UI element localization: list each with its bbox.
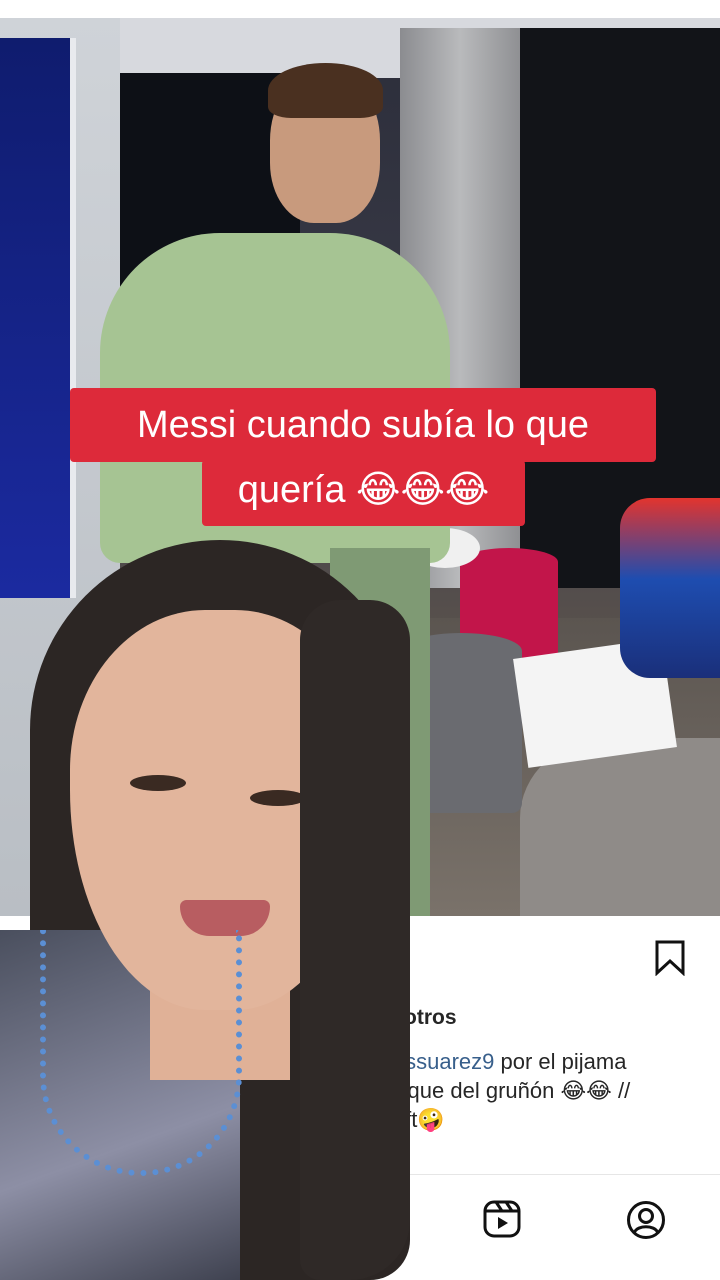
profile-icon[interactable] bbox=[626, 1200, 666, 1240]
bookmark-icon[interactable] bbox=[654, 940, 686, 976]
photo-window bbox=[0, 38, 76, 598]
presenter-eye-left bbox=[130, 775, 186, 791]
presenter-hair-strand bbox=[300, 600, 410, 1280]
caption-text-1: por el pijama bbox=[494, 1049, 627, 1074]
presenter-eye-right bbox=[250, 790, 306, 806]
presenter-necklace bbox=[40, 930, 242, 1176]
reels-icon[interactable] bbox=[483, 1200, 521, 1238]
presenter-overlay bbox=[0, 540, 440, 1280]
video-caption-line2: quería 😂😂😂 bbox=[202, 460, 525, 526]
video-caption-line1: Messi cuando subía lo que bbox=[70, 388, 656, 462]
photo-person-hair bbox=[268, 63, 383, 118]
top-strip bbox=[0, 0, 720, 18]
photo-baby-seat bbox=[620, 498, 720, 678]
